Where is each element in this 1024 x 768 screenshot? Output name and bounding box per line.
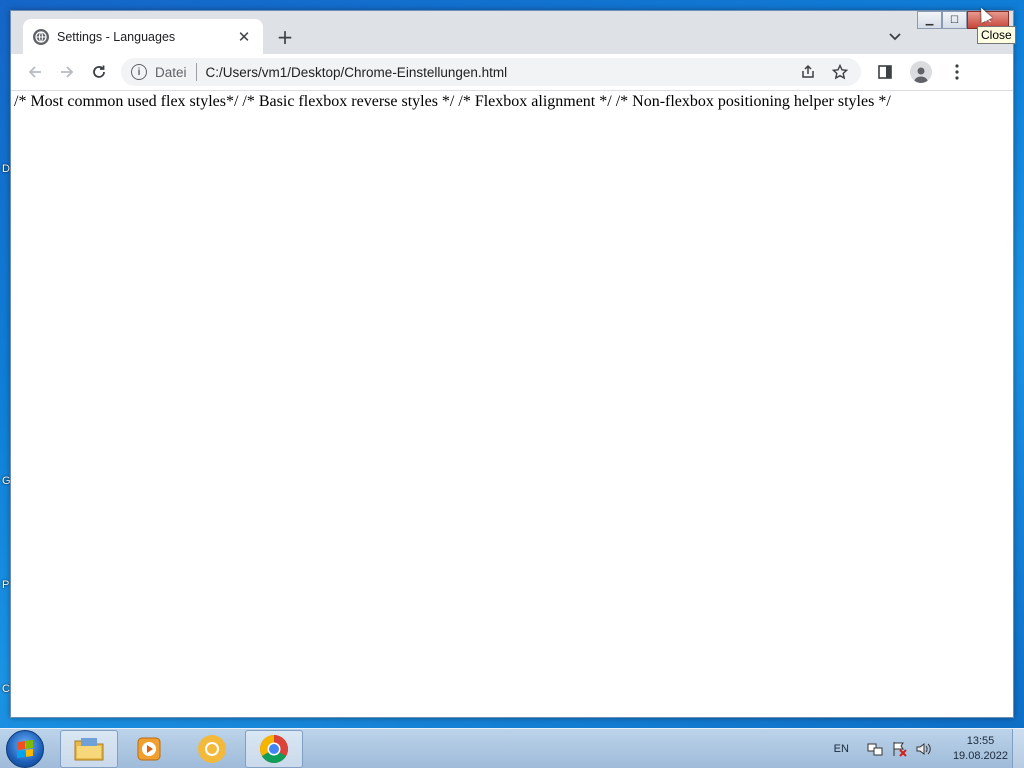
- new-tab-button[interactable]: +: [273, 25, 297, 49]
- tab-search-chevron-icon[interactable]: [883, 25, 907, 49]
- page-content-text: /* Most common used flex styles*/ /* Bas…: [14, 93, 891, 110]
- info-icon[interactable]: i: [131, 64, 147, 80]
- volume-icon[interactable]: [915, 741, 931, 757]
- clock-date: 19.08.2022: [952, 750, 1008, 762]
- tab-close-icon[interactable]: ✕: [235, 28, 253, 46]
- clock-time: 13:55: [966, 735, 995, 747]
- forward-arrow-icon[interactable]: [51, 58, 83, 86]
- address-bar[interactable]: i Datei C:/Users/vm1/Desktop/Chrome-Eins…: [121, 58, 861, 86]
- desktop-icon-label[interactable]: P: [2, 579, 9, 591]
- maximize-button[interactable]: ☐: [942, 11, 967, 29]
- action-center-flag-icon[interactable]: [891, 741, 907, 757]
- tab-settings-languages[interactable]: Settings - Languages ✕: [23, 19, 263, 54]
- page-viewport[interactable]: /* Most common used flex styles*/ /* Bas…: [11, 90, 1013, 717]
- profile-button[interactable]: [905, 58, 937, 86]
- address-scheme-label: Datei: [155, 64, 187, 80]
- taskbar-chrome[interactable]: [245, 730, 303, 768]
- desktop-icon-label[interactable]: C: [2, 683, 10, 695]
- folder-icon: [74, 738, 104, 761]
- back-arrow-icon[interactable]: [19, 58, 51, 86]
- clock[interactable]: 13:55 19.08.2022: [953, 734, 1008, 764]
- chromium-icon: [198, 735, 226, 763]
- address-url[interactable]: C:/Users/vm1/Desktop/Chrome-Einstellunge…: [206, 65, 791, 80]
- avatar-icon: [910, 61, 932, 83]
- address-separator: [195, 63, 197, 81]
- side-panel-icon[interactable]: [869, 58, 901, 86]
- media-player-icon: [137, 737, 161, 761]
- tab-strip: Settings - Languages ✕ + ▁ ☐ ✕: [11, 11, 1013, 54]
- browser-toolbar: i Datei C:/Users/vm1/Desktop/Chrome-Eins…: [11, 54, 1013, 90]
- system-tray: EN 13:55 19.08.2022: [834, 729, 1008, 768]
- start-button[interactable]: [6, 730, 44, 768]
- toolbar-right: [869, 58, 973, 86]
- windows-logo-icon: [17, 739, 33, 759]
- chrome-icon: [260, 735, 288, 763]
- taskbar-chromium[interactable]: [183, 730, 241, 768]
- share-icon[interactable]: [797, 61, 819, 83]
- tab-title: Settings - Languages: [57, 29, 176, 44]
- close-tooltip: Close: [977, 26, 1016, 44]
- taskbar-file-explorer[interactable]: [60, 730, 118, 768]
- taskbar-media-player[interactable]: [120, 730, 178, 768]
- reload-icon[interactable]: [83, 58, 115, 86]
- desktop-icon-label[interactable]: D: [2, 163, 10, 175]
- taskbar: EN 13:55 19.08.2022: [0, 728, 1024, 768]
- language-indicator[interactable]: EN: [834, 743, 849, 755]
- globe-icon: [33, 28, 49, 45]
- address-actions: [797, 61, 851, 83]
- bookmark-star-icon[interactable]: [829, 61, 851, 83]
- network-icon[interactable]: [867, 741, 883, 757]
- browser-window: Settings - Languages ✕ + ▁ ☐ ✕ i Datei C…: [10, 10, 1014, 718]
- minimize-button[interactable]: ▁: [917, 11, 942, 29]
- show-desktop-button[interactable]: [1012, 729, 1024, 768]
- menu-kebab-icon[interactable]: [941, 58, 973, 86]
